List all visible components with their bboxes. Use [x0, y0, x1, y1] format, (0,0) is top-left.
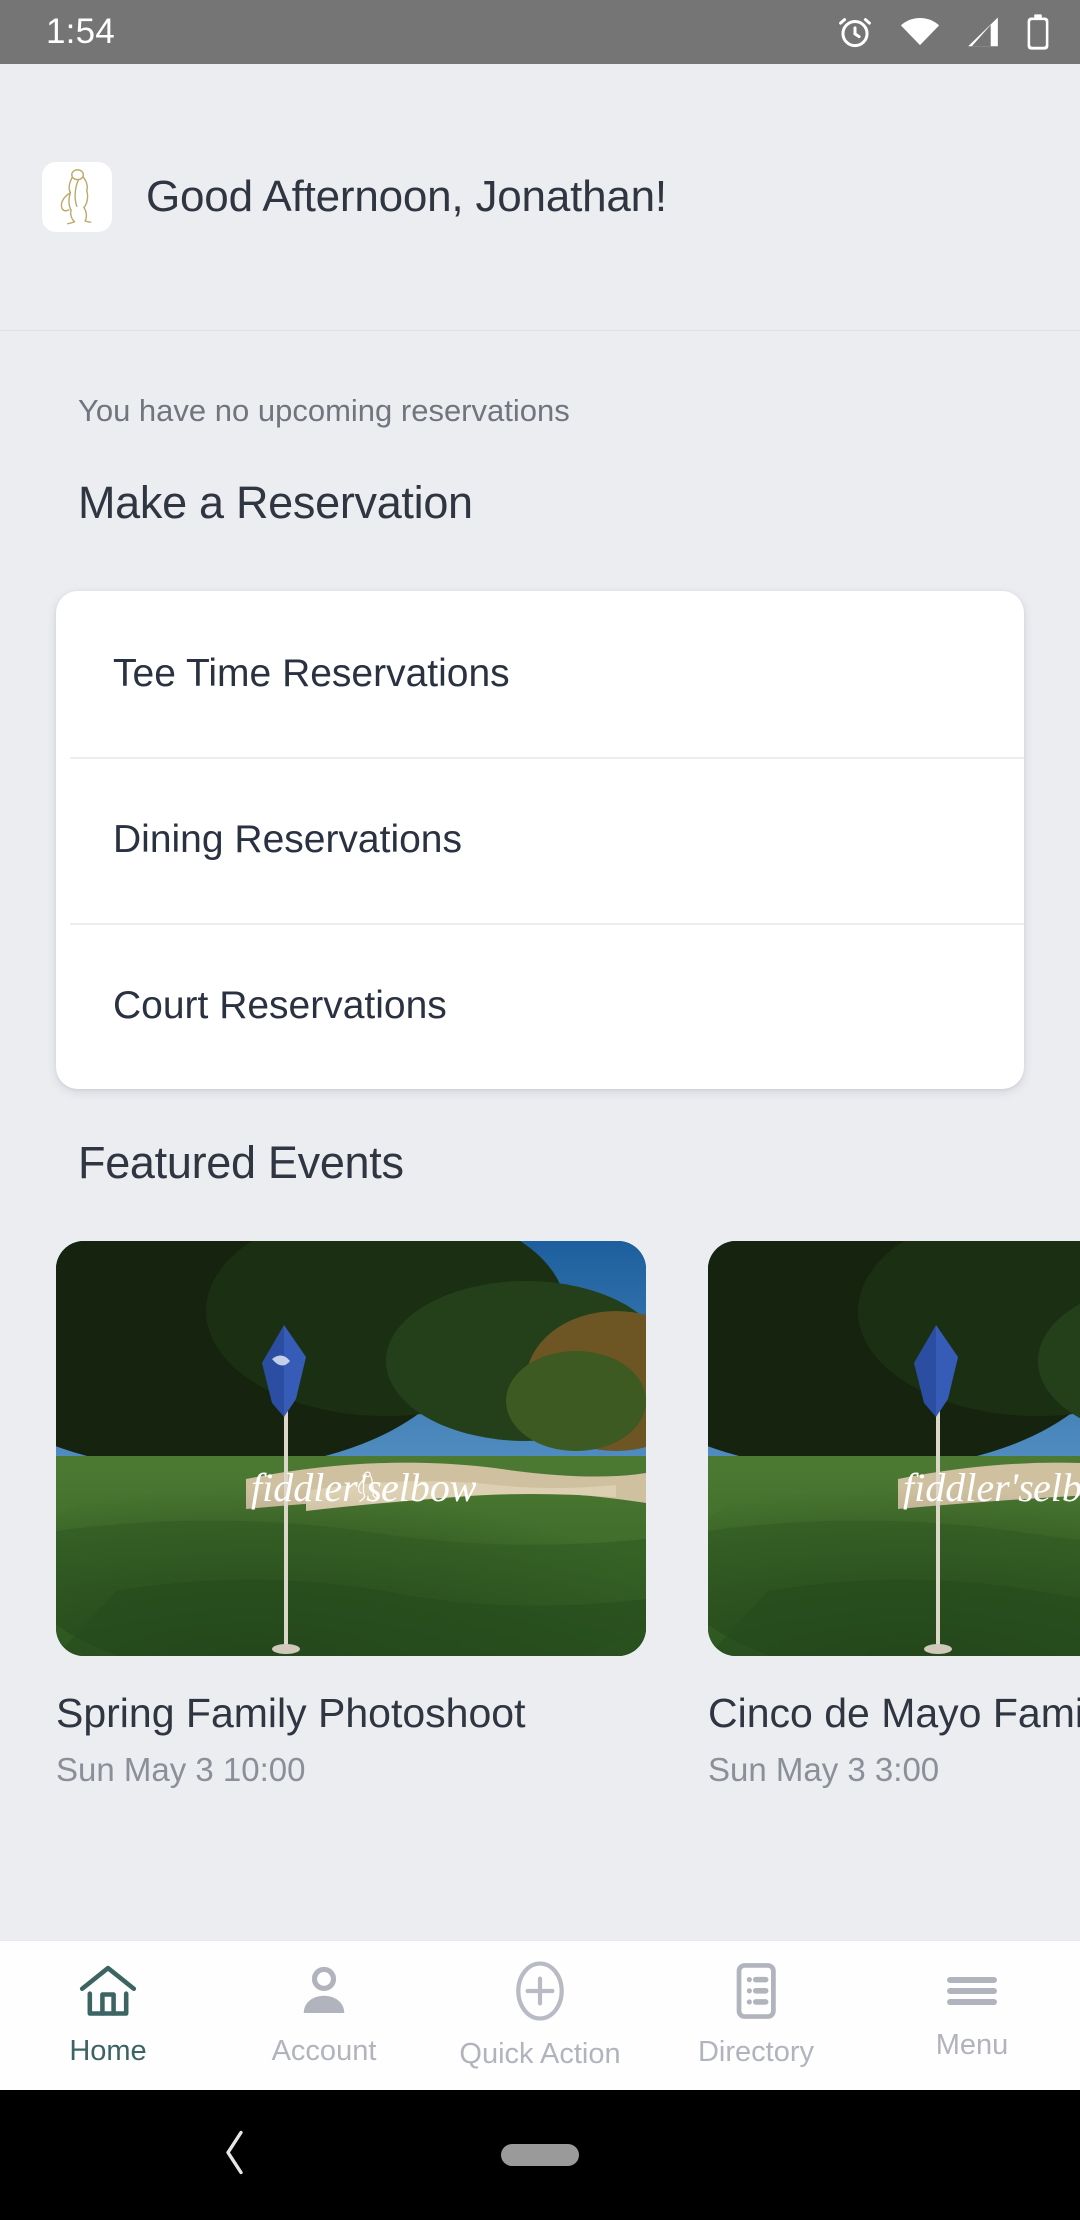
event-date: Sun May 3 10:00: [56, 1751, 306, 1789]
svg-text:elbow: elbow: [381, 1465, 477, 1510]
hamburger-icon: [943, 1969, 1001, 2013]
nav-tab-label: Directory: [697, 2036, 814, 2068]
golf-course-flagstick-photo[interactable]: fiddler's elbow: [708, 1241, 1080, 1656]
status-icon-group: [836, 13, 1050, 51]
nav-tab-label: Quick Action: [459, 2038, 621, 2070]
bottom-navigation-bar: Home Account Quick Action Directory Menu: [0, 1940, 1080, 2090]
wifi-icon: [900, 16, 940, 48]
event-card[interactable]: fiddler's elbow Spring Family Photoshoot…: [56, 1241, 646, 1789]
golfer-logo-icon: [42, 162, 112, 232]
event-card[interactable]: fiddler's elbow Cinco de Mayo Family Nig…: [708, 1241, 1080, 1789]
make-reservation-title: Make a Reservation: [78, 477, 473, 528]
svg-text:elbow: elbow: [1033, 1465, 1080, 1510]
plus-circle-icon: [509, 1960, 571, 2022]
event-date: Sun May 3 3:00: [708, 1751, 940, 1789]
back-chevron-icon[interactable]: [222, 2130, 248, 2181]
status-bar: 1:54: [0, 0, 1080, 64]
reservation-option-dining[interactable]: Dining Reservations: [56, 757, 1024, 923]
nav-tab-menu[interactable]: Menu: [864, 1969, 1080, 2062]
no-reservations-text: You have no upcoming reservations: [78, 393, 570, 428]
golf-course-flagstick-photo[interactable]: fiddler's elbow: [56, 1241, 646, 1656]
nav-tab-quick-action[interactable]: Quick Action: [432, 1960, 648, 2071]
battery-icon: [1026, 14, 1050, 50]
svg-text:fiddler's: fiddler's: [251, 1465, 382, 1510]
reservation-option-tee-time[interactable]: Tee Time Reservations: [56, 591, 1024, 757]
featured-events-title: Featured Events: [78, 1137, 404, 1188]
phone-screen: 1:54 Good Afternoon, Jonathan! You have …: [0, 0, 1080, 2220]
alarm-icon: [836, 13, 874, 51]
nav-tab-account[interactable]: Account: [216, 1963, 432, 2068]
person-icon: [296, 1963, 352, 2019]
main-content[interactable]: You have no upcoming reservations Make a…: [0, 331, 1080, 1941]
event-title: Cinco de Mayo Family Night: [708, 1690, 1080, 1736]
greeting-text: Good Afternoon, Jonathan!: [146, 172, 667, 221]
nav-tab-home[interactable]: Home: [0, 1963, 216, 2068]
nav-tab-label: Account: [271, 2035, 377, 2067]
list-icon: [729, 1962, 783, 2020]
nav-tab-directory[interactable]: Directory: [648, 1962, 864, 2069]
signal-icon: [966, 16, 1000, 48]
svg-text:fiddler's: fiddler's: [903, 1465, 1034, 1510]
nav-tab-label: Menu: [935, 2029, 1009, 2061]
home-pill-indicator[interactable]: [501, 2144, 579, 2166]
greeting-header: Good Afternoon, Jonathan!: [0, 64, 1080, 331]
nav-tab-label: Home: [69, 2035, 147, 2067]
featured-events-carousel[interactable]: fiddler's elbow Spring Family Photoshoot…: [0, 1241, 1080, 1789]
android-system-nav: [0, 2090, 1080, 2220]
event-title: Spring Family Photoshoot: [56, 1690, 526, 1736]
home-icon: [77, 1963, 139, 2019]
status-time: 1:54: [46, 12, 115, 51]
reservation-option-court[interactable]: Court Reservations: [56, 923, 1024, 1089]
reservation-options-card: Tee Time Reservations Dining Reservation…: [56, 591, 1024, 1089]
